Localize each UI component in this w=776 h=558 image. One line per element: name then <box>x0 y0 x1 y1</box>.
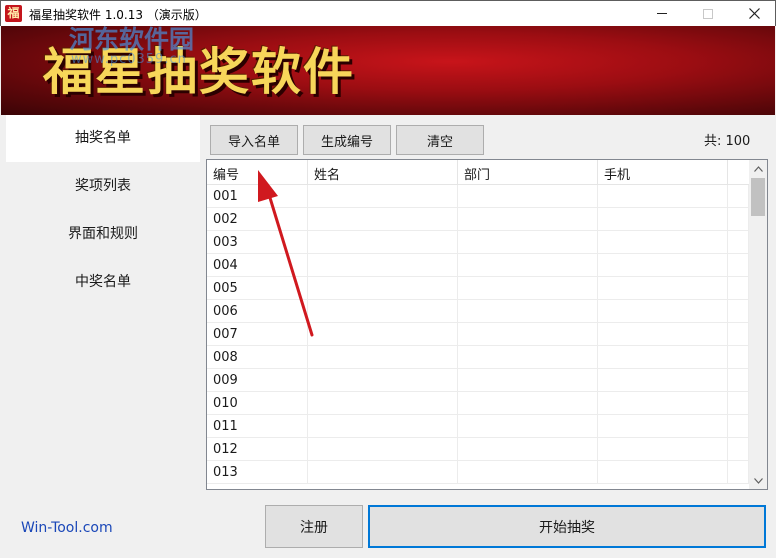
cell-name <box>308 208 458 231</box>
clear-button[interactable]: 清空 <box>396 125 484 155</box>
cell-number: 013 <box>207 461 308 484</box>
app-logo-icon: 福 <box>5 5 22 22</box>
close-button[interactable] <box>731 1 776 26</box>
cell-filler <box>728 415 749 438</box>
cell-filler <box>728 231 749 254</box>
title-bar: 福 福星抽奖软件 1.0.13 （演示版） <box>0 0 776 26</box>
column-header-department[interactable]: 部门 <box>464 164 490 183</box>
start-draw-button[interactable]: 开始抽奖 <box>368 505 766 548</box>
sidebar-item-winners[interactable]: 中奖名单 <box>6 259 200 306</box>
cell-filler <box>728 438 749 461</box>
cell-name <box>308 185 458 208</box>
banner: 福星抽奖软件 河东软件园 www.pc0359.cn <box>1 26 775 115</box>
cell-department <box>458 415 598 438</box>
cell-phone <box>598 254 728 277</box>
cell-phone <box>598 369 728 392</box>
cell-department <box>458 300 598 323</box>
table-row[interactable]: 011 <box>207 415 749 438</box>
table-row[interactable]: 010 <box>207 392 749 415</box>
import-list-button[interactable]: 导入名单 <box>210 125 298 155</box>
cell-number: 011 <box>207 415 308 438</box>
cell-filler <box>728 323 749 346</box>
cell-filler <box>728 185 749 208</box>
sidebar-item-interface-rules[interactable]: 界面和规则 <box>6 211 200 258</box>
cell-number: 012 <box>207 438 308 461</box>
watermark-url: www.pc0359.cn <box>71 52 187 67</box>
cell-department <box>458 323 598 346</box>
column-header-number[interactable]: 编号 <box>213 164 239 183</box>
cell-phone <box>598 185 728 208</box>
cell-department <box>458 346 598 369</box>
sidebar-item-prize-list[interactable]: 奖项列表 <box>6 163 200 210</box>
cell-phone <box>598 323 728 346</box>
minimize-icon <box>657 13 667 14</box>
cell-number: 009 <box>207 369 308 392</box>
cell-name <box>308 323 458 346</box>
vertical-scrollbar[interactable] <box>749 160 767 489</box>
website-link[interactable]: Win-Tool.com <box>21 520 113 536</box>
cell-department <box>458 208 598 231</box>
sidebar-item-draw-list[interactable]: 抽奖名单 <box>6 115 200 162</box>
maximize-icon <box>703 8 713 19</box>
chevron-up-icon <box>753 165 763 172</box>
cell-phone <box>598 231 728 254</box>
scroll-down-button[interactable] <box>749 472 767 489</box>
generate-numbers-button[interactable]: 生成编号 <box>303 125 391 155</box>
cell-phone <box>598 392 728 415</box>
maximize-button[interactable] <box>685 1 731 26</box>
cell-name <box>308 300 458 323</box>
table-row[interactable]: 013 <box>207 461 749 484</box>
cell-phone <box>598 300 728 323</box>
total-count: 共: 100 <box>704 134 751 149</box>
table-row[interactable]: 012 <box>207 438 749 461</box>
cell-phone <box>598 415 728 438</box>
cell-filler <box>728 392 749 415</box>
cell-department <box>458 438 598 461</box>
cell-number: 010 <box>207 392 308 415</box>
cell-filler <box>728 300 749 323</box>
cell-filler <box>728 369 749 392</box>
cell-name <box>308 461 458 484</box>
cell-filler <box>728 208 749 231</box>
cell-name <box>308 438 458 461</box>
scroll-up-button[interactable] <box>749 160 767 177</box>
cell-department <box>458 277 598 300</box>
cell-name <box>308 369 458 392</box>
cell-filler <box>728 346 749 369</box>
cell-name <box>308 415 458 438</box>
cell-phone <box>598 438 728 461</box>
cell-department <box>458 231 598 254</box>
minimize-button[interactable] <box>639 1 685 26</box>
cell-name <box>308 254 458 277</box>
cell-filler <box>728 461 749 484</box>
cell-phone <box>598 461 728 484</box>
chevron-down-icon <box>753 477 763 484</box>
scrollbar-thumb[interactable] <box>751 178 765 216</box>
cell-name <box>308 346 458 369</box>
register-button[interactable]: 注册 <box>265 505 363 548</box>
cell-name <box>308 231 458 254</box>
cell-phone <box>598 208 728 231</box>
annotation-arrow-icon <box>258 170 314 337</box>
cell-department <box>458 254 598 277</box>
close-icon <box>748 8 760 19</box>
cell-department <box>458 369 598 392</box>
cell-department <box>458 185 598 208</box>
table-row[interactable]: 009 <box>207 369 749 392</box>
cell-filler <box>728 277 749 300</box>
cell-phone <box>598 277 728 300</box>
window-title: 福星抽奖软件 1.0.13 （演示版） <box>29 8 207 22</box>
cell-department <box>458 392 598 415</box>
sidebar: 抽奖名单 奖项列表 界面和规则 中奖名单 <box>0 115 200 498</box>
cell-name <box>308 392 458 415</box>
cell-phone <box>598 346 728 369</box>
cell-department <box>458 461 598 484</box>
cell-name <box>308 277 458 300</box>
column-header-phone[interactable]: 手机 <box>604 164 630 183</box>
cell-filler <box>728 254 749 277</box>
